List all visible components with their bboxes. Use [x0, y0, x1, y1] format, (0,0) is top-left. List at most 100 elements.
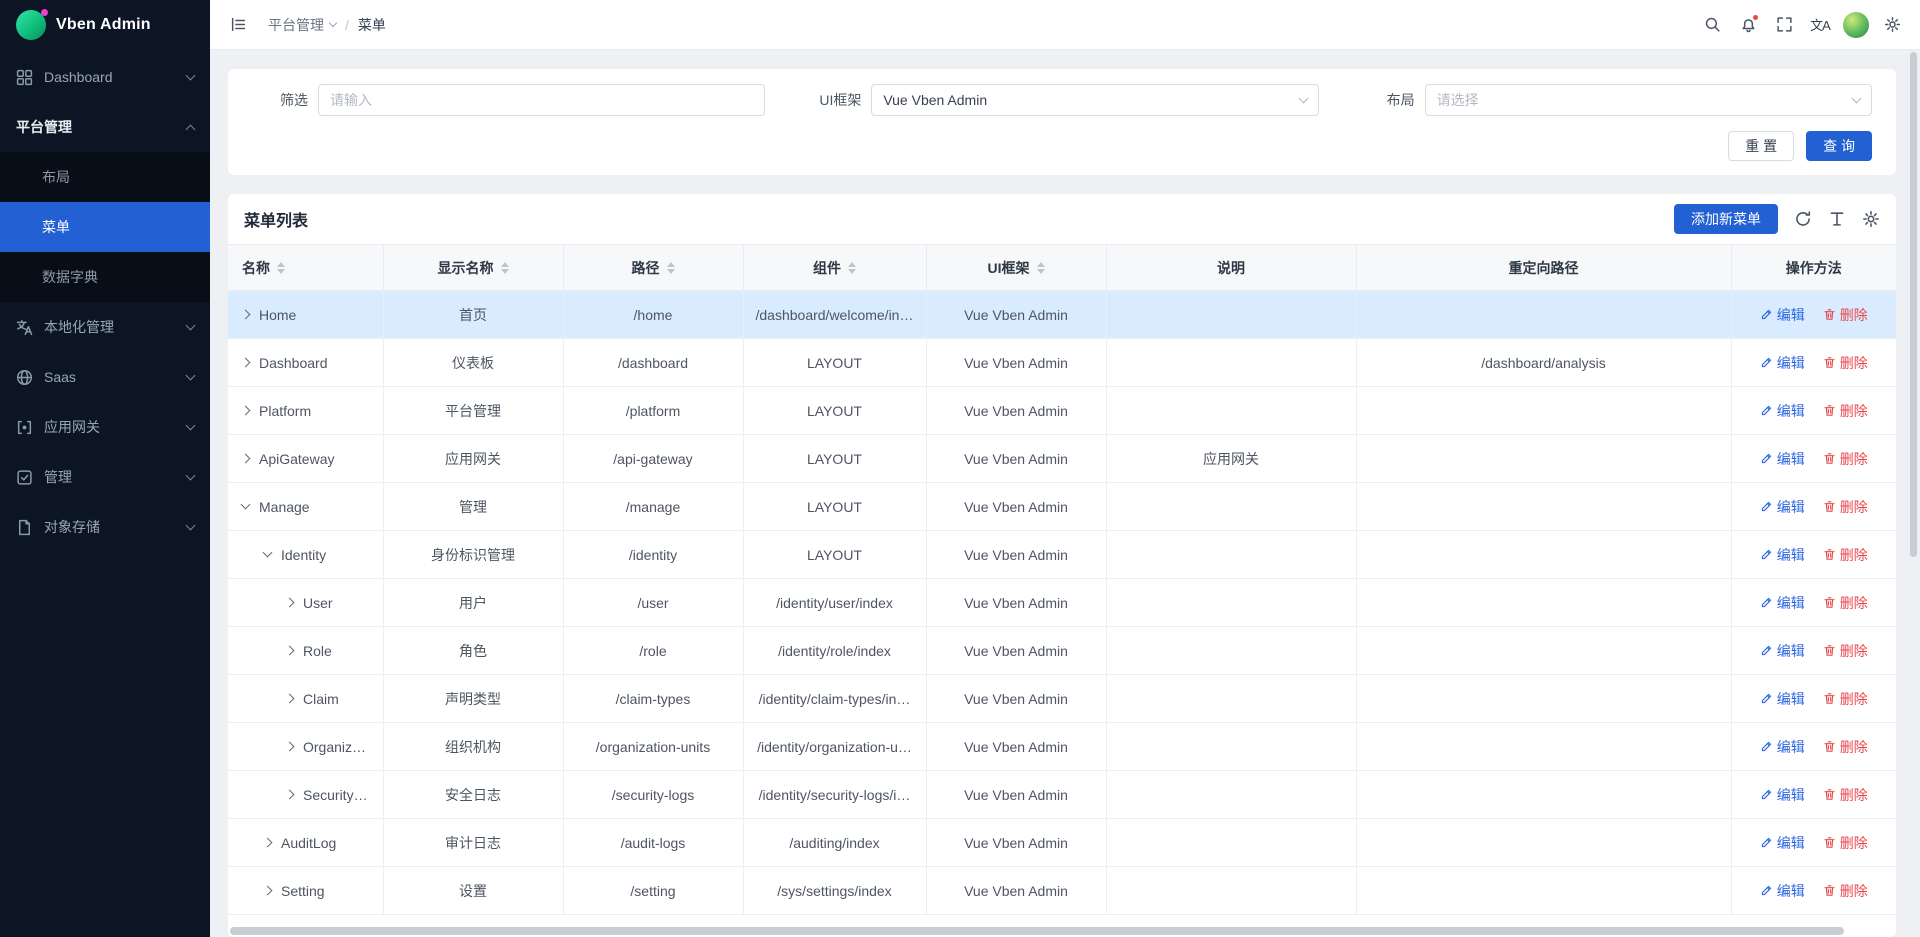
settings-button[interactable] [1878, 11, 1906, 39]
notification-button[interactable] [1734, 11, 1762, 39]
expand-caret-icon[interactable] [263, 548, 273, 558]
sidebar-item-gateway[interactable]: 应用网关 [0, 402, 210, 452]
cell-component: /dashboard/welcome/in… [743, 291, 926, 339]
expand-caret-icon[interactable] [285, 598, 295, 608]
edit-button[interactable]: 编辑 [1760, 737, 1805, 757]
logo-text: Vben Admin [56, 16, 151, 34]
column-settings-gear-icon[interactable] [1862, 210, 1880, 228]
edit-button[interactable]: 编辑 [1760, 833, 1805, 853]
language-button[interactable]: 文A [1806, 11, 1834, 39]
sidebar-item-localization[interactable]: 本地化管理 [0, 302, 210, 352]
sidebar-item-menu[interactable]: 菜单 [0, 202, 210, 252]
layout-select[interactable]: 请选择 [1425, 84, 1872, 116]
edit-button[interactable]: 编辑 [1760, 593, 1805, 613]
vertical-scrollbar[interactable] [1910, 52, 1917, 932]
sort-icons[interactable] [667, 262, 675, 274]
edit-button[interactable]: 编辑 [1760, 689, 1805, 709]
delete-button[interactable]: 删除 [1823, 401, 1868, 421]
cell-note [1106, 387, 1356, 435]
horizontal-scrollbar[interactable] [230, 927, 1894, 935]
sort-icons[interactable] [277, 262, 285, 274]
delete-button[interactable]: 删除 [1823, 833, 1868, 853]
cell-redirect [1356, 627, 1731, 675]
delete-button[interactable]: 删除 [1823, 449, 1868, 469]
cell-note [1106, 339, 1356, 387]
pencil-icon [1760, 644, 1773, 657]
expand-caret-icon[interactable] [285, 694, 295, 704]
delete-button[interactable]: 删除 [1823, 353, 1868, 373]
expand-caret-icon[interactable] [263, 886, 273, 896]
expand-caret-icon[interactable] [241, 406, 251, 416]
delete-button[interactable]: 删除 [1823, 785, 1868, 805]
page-title: 菜单列表 [244, 207, 308, 231]
search-button[interactable] [1698, 11, 1726, 39]
column-header-name[interactable]: 名称 [228, 245, 383, 291]
platform-submenu: 布局 菜单 数据字典 [0, 152, 210, 302]
sidebar-item-layout[interactable]: 布局 [0, 152, 210, 202]
sidebar-toggle-button[interactable] [224, 11, 252, 39]
expand-caret-icon[interactable] [241, 454, 251, 464]
expand-caret-icon[interactable] [263, 838, 273, 848]
horizontal-scrollbar-thumb[interactable] [230, 927, 1844, 935]
sidebar-menu: Dashboard 平台管理 布局 菜单 数据字典 本地化管理 [0, 50, 210, 552]
search-submit-button[interactable]: 查 询 [1806, 131, 1872, 161]
sidebar-item-platform[interactable]: 平台管理 [0, 102, 210, 152]
breadcrumb-item-menu[interactable]: 菜单 [358, 15, 386, 35]
delete-button[interactable]: 删除 [1823, 497, 1868, 517]
delete-button[interactable]: 删除 [1823, 689, 1868, 709]
cell-path: /api-gateway [563, 435, 743, 483]
fullscreen-button[interactable] [1770, 11, 1798, 39]
refresh-icon[interactable] [1794, 210, 1812, 228]
column-header-component[interactable]: 组件 [743, 245, 926, 291]
breadcrumb-item-platform[interactable]: 平台管理 [268, 15, 336, 35]
delete-button[interactable]: 删除 [1823, 881, 1868, 901]
column-header-ui-framework[interactable]: UI框架 [926, 245, 1106, 291]
row-height-icon[interactable] [1828, 210, 1846, 228]
edit-button[interactable]: 编辑 [1760, 305, 1805, 325]
expand-caret-icon[interactable] [285, 646, 295, 656]
sidebar-item-dashboard[interactable]: Dashboard [0, 52, 210, 102]
edit-button[interactable]: 编辑 [1760, 401, 1805, 421]
expand-caret-icon[interactable] [241, 500, 251, 510]
delete-button[interactable]: 删除 [1823, 593, 1868, 613]
add-menu-button[interactable]: 添加新菜单 [1674, 204, 1778, 234]
user-menu-button[interactable] [1842, 11, 1870, 39]
delete-button[interactable]: 删除 [1823, 641, 1868, 661]
delete-button[interactable]: 删除 [1823, 737, 1868, 757]
sidebar-item-storage[interactable]: 对象存储 [0, 502, 210, 552]
expand-caret-icon[interactable] [241, 358, 251, 368]
expand-caret-icon[interactable] [285, 742, 295, 752]
column-header-display-name[interactable]: 显示名称 [383, 245, 563, 291]
ui-framework-select[interactable]: Vue Vben Admin [871, 84, 1318, 116]
vertical-scrollbar-thumb[interactable] [1910, 52, 1917, 557]
sort-icons[interactable] [1037, 262, 1045, 274]
edit-button[interactable]: 编辑 [1760, 785, 1805, 805]
logo[interactable]: Vben Admin [0, 0, 210, 50]
column-header-path[interactable]: 路径 [563, 245, 743, 291]
menu-name: Security… [303, 787, 368, 803]
cell-note [1106, 819, 1356, 867]
edit-button[interactable]: 编辑 [1760, 353, 1805, 373]
sort-icons[interactable] [848, 262, 856, 274]
sort-icons[interactable] [501, 262, 509, 274]
cell-component: /identity/claim-types/in… [743, 675, 926, 723]
cell-note [1106, 627, 1356, 675]
cell-actions: 编辑 删除 [1731, 435, 1896, 483]
edit-button[interactable]: 编辑 [1760, 881, 1805, 901]
reset-button[interactable]: 重 置 [1728, 131, 1794, 161]
sidebar-item-manage[interactable]: 管理 [0, 452, 210, 502]
filter-keyword-input[interactable] [318, 84, 765, 116]
delete-button[interactable]: 删除 [1823, 545, 1868, 565]
edit-button[interactable]: 编辑 [1760, 449, 1805, 469]
expand-caret-icon[interactable] [285, 790, 295, 800]
expand-caret-icon[interactable] [241, 310, 251, 320]
edit-button[interactable]: 编辑 [1760, 545, 1805, 565]
delete-button[interactable]: 删除 [1823, 305, 1868, 325]
sidebar-item-dict[interactable]: 数据字典 [0, 252, 210, 302]
sidebar-item-saas[interactable]: Saas [0, 352, 210, 402]
edit-button[interactable]: 编辑 [1760, 641, 1805, 661]
trash-icon [1823, 644, 1836, 657]
chevron-down-icon [186, 70, 196, 80]
edit-button[interactable]: 编辑 [1760, 497, 1805, 517]
cell-path: /home [563, 291, 743, 339]
